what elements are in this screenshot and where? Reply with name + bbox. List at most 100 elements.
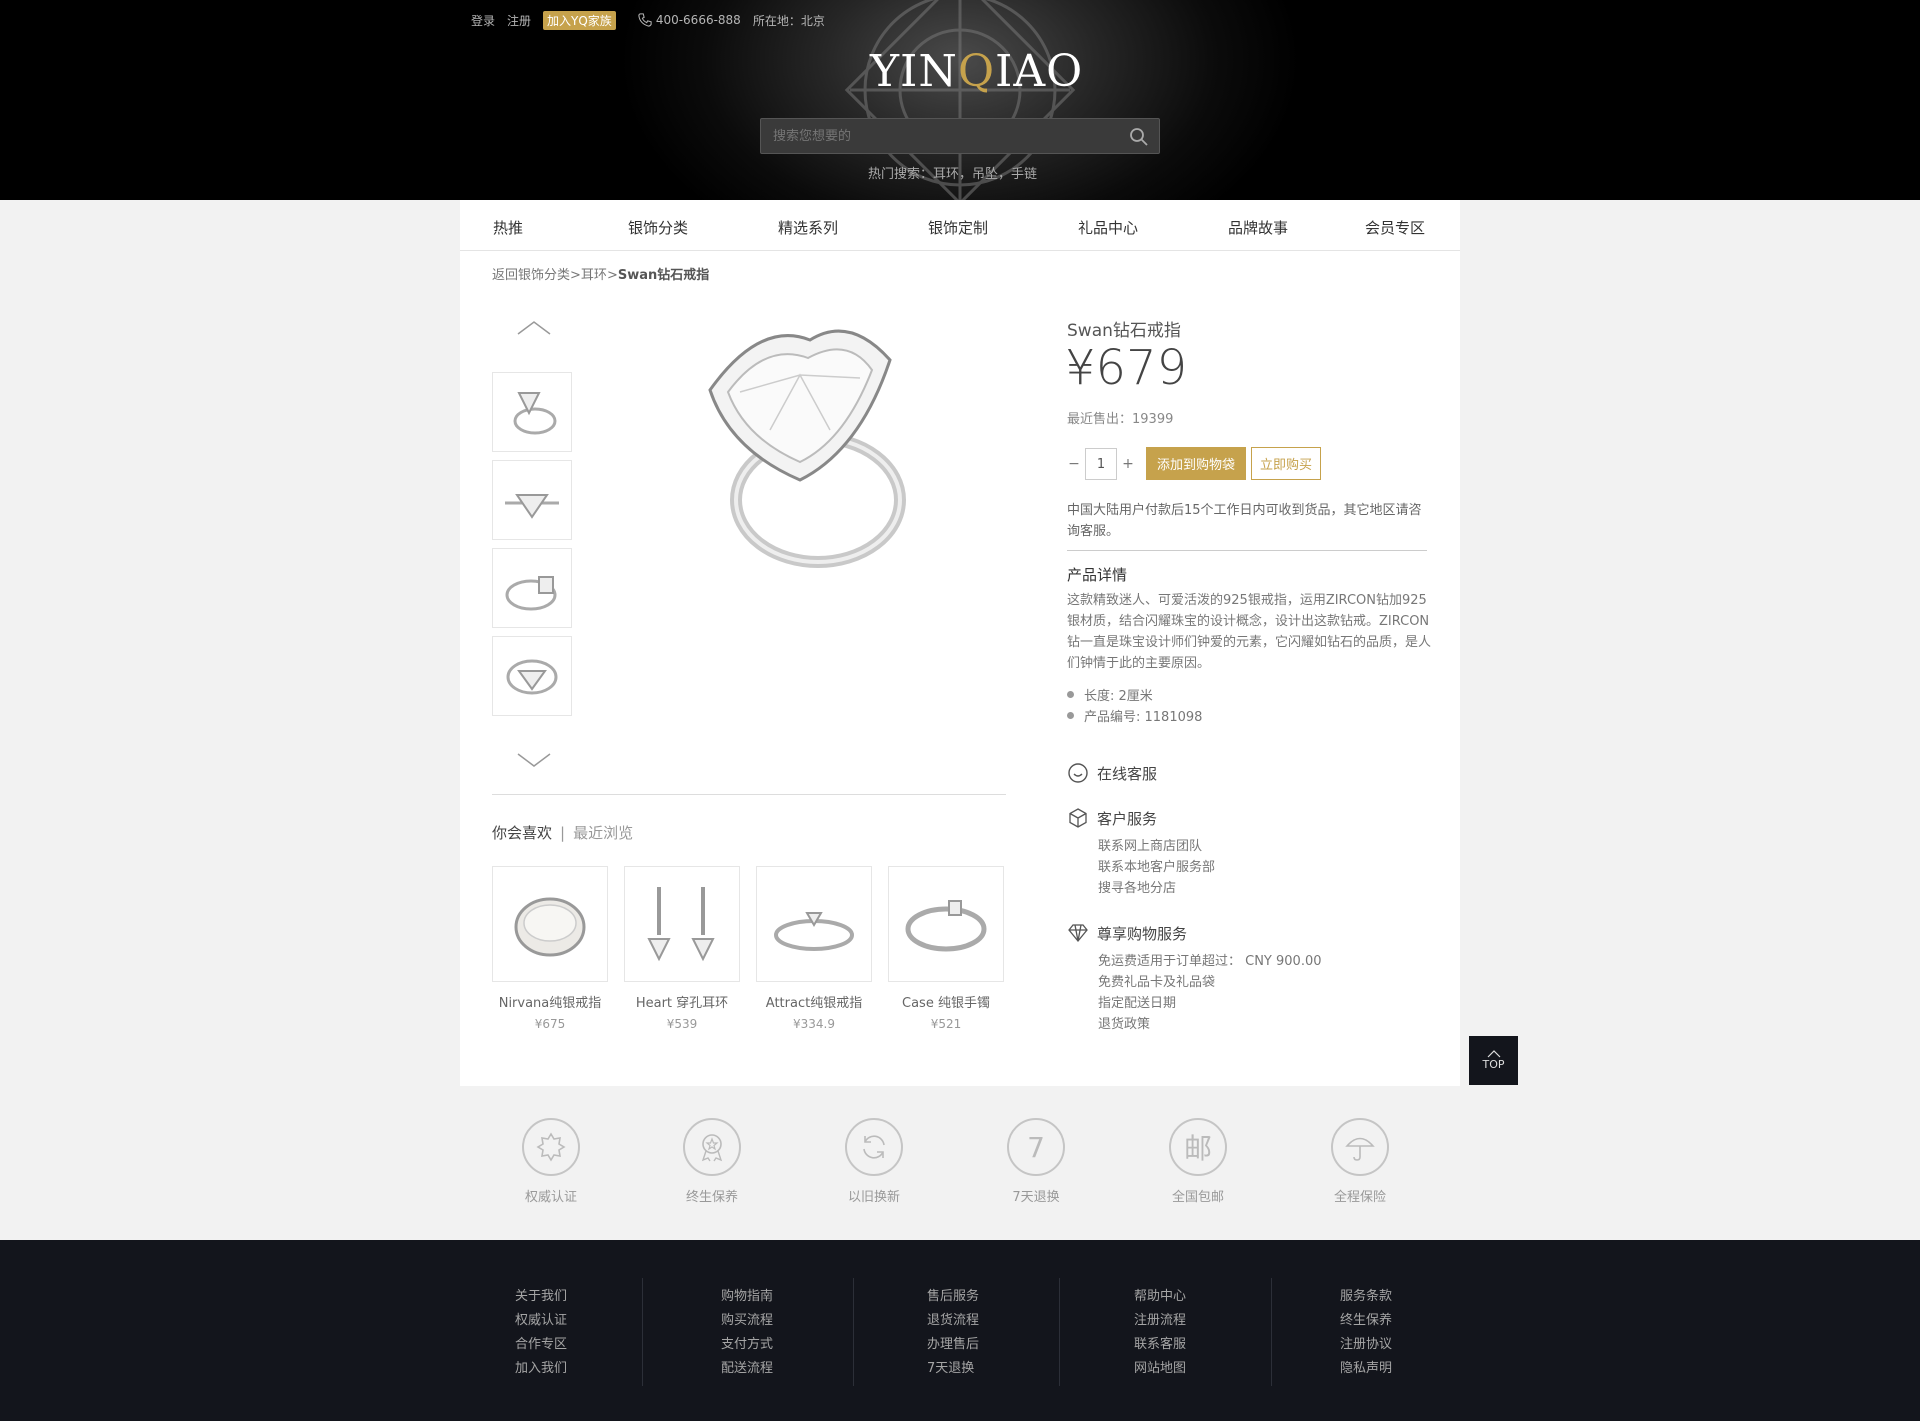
join-button[interactable]: 加入YQ家族: [543, 10, 616, 30]
nav-categories[interactable]: 银饰分类: [628, 217, 688, 238]
footer-link[interactable]: 网站地图: [1134, 1357, 1186, 1381]
footer-link[interactable]: 注册流程: [1134, 1309, 1186, 1333]
vip-service-link[interactable]: 指定配送日期: [1098, 993, 1322, 1014]
nav-custom[interactable]: 银饰定制: [928, 217, 988, 238]
register-link[interactable]: 注册: [507, 12, 531, 29]
nav-series[interactable]: 精选系列: [778, 217, 838, 238]
ring-thumbnail-image: [513, 392, 557, 435]
recommend-name: Nirvana纯银戒指: [498, 996, 602, 1011]
recommend-tabs: 你会喜欢 | 最近浏览: [492, 824, 634, 842]
brand-logo[interactable]: YINQIAO: [870, 46, 1082, 108]
ring-thumbnail-image: [505, 576, 557, 611]
add-to-cart-button[interactable]: 添加到购物袋: [1146, 447, 1246, 480]
badge-free-shipping[interactable]: 邮 全国包邮: [1163, 1118, 1233, 1205]
footer-link[interactable]: 购买流程: [721, 1309, 773, 1333]
spec-list: 长度: 2厘米 产品编号: 1181098: [1067, 684, 1202, 726]
login-link[interactable]: 登录: [471, 12, 495, 29]
footer-link[interactable]: 权威认证: [515, 1309, 567, 1333]
footer-link[interactable]: 关于我们: [515, 1285, 567, 1309]
breadcrumb-category[interactable]: 耳环: [581, 268, 607, 283]
footer-link[interactable]: 退货流程: [927, 1309, 979, 1333]
footer-link[interactable]: 购物指南: [721, 1285, 773, 1309]
customer-service-heading: 客户服务: [1067, 807, 1157, 829]
buy-now-button[interactable]: 立即购买: [1251, 447, 1321, 480]
product-price: ¥679: [1065, 340, 1188, 396]
product-name: Swan钻石戒指: [1067, 321, 1181, 341]
vip-service-link[interactable]: 免运费适用于订单超过： CNY 900.00: [1098, 951, 1322, 972]
badge-trade-in[interactable]: 以旧换新: [839, 1118, 909, 1205]
footer-link[interactable]: 服务条款: [1340, 1285, 1392, 1309]
badge-certified[interactable]: 权威认证: [516, 1118, 586, 1205]
recommend-name: Case 纯银手镯: [902, 996, 990, 1011]
nav-brand-story[interactable]: 品牌故事: [1228, 217, 1288, 238]
recommend-image: [888, 866, 1004, 982]
seven-icon: 7: [1007, 1118, 1065, 1176]
footer-link[interactable]: 支付方式: [721, 1333, 773, 1357]
vip-service-link[interactable]: 免费礼品卡及礼品袋: [1098, 972, 1322, 993]
cube-icon: [1069, 808, 1087, 828]
location[interactable]: 所在地：北京: [753, 12, 825, 29]
thumbnail-1[interactable]: [492, 372, 572, 452]
search-input[interactable]: [761, 119, 1121, 153]
thumbnail-3[interactable]: [492, 548, 572, 628]
hot-search[interactable]: 热门搜索：耳环，吊坠，手链: [868, 163, 1037, 182]
recommend-image: [492, 866, 608, 982]
search-box: [760, 118, 1160, 154]
badge-lifetime-care[interactable]: 终生保养: [677, 1118, 747, 1205]
footer-link[interactable]: 联系客服: [1134, 1333, 1186, 1357]
footer-divider: [1059, 1278, 1060, 1386]
breadcrumb-current: Swan钻石戒指: [617, 268, 710, 283]
badge-7day-return[interactable]: 7 7天退换: [1001, 1118, 1071, 1205]
footer-column: 服务条款 终生保养 注册协议 隐私声明: [1340, 1285, 1392, 1381]
mail-icon: 邮: [1169, 1118, 1227, 1176]
footer-link[interactable]: 合作专区: [515, 1333, 567, 1357]
shipping-note: 中国大陆用户付款后15个工作日内可收到货品，其它地区请咨询客服。: [1067, 503, 1422, 539]
customer-service-link[interactable]: 联系网上商店团队: [1098, 836, 1215, 857]
product-panel: 热推 银饰分类 精选系列 银饰定制 礼品中心 品牌故事 会员专区 返回银饰分类>…: [460, 200, 1460, 1086]
recommend-item[interactable]: Case 纯银手镯 ¥521: [888, 866, 1004, 1031]
chevron-down-icon[interactable]: [516, 750, 552, 770]
recommend-name: Attract纯银戒指: [765, 996, 863, 1011]
quantity-decrease-button[interactable]: −: [1067, 456, 1081, 472]
tab-recently-viewed[interactable]: 最近浏览: [573, 824, 633, 842]
footer-link[interactable]: 加入我们: [515, 1357, 567, 1381]
recommend-price: ¥675: [534, 1017, 566, 1031]
footer-link[interactable]: 7天退换: [927, 1357, 979, 1381]
recommend-price: ¥521: [930, 1017, 962, 1031]
nav-members[interactable]: 会员专区: [1365, 217, 1425, 238]
vip-service-link[interactable]: 退货政策: [1098, 1014, 1322, 1035]
sold-count: 最近售出：19399: [1067, 412, 1174, 427]
recommend-image: [756, 866, 872, 982]
recommend-item[interactable]: Nirvana纯银戒指 ¥675: [492, 866, 608, 1031]
nav-gifts[interactable]: 礼品中心: [1078, 217, 1138, 238]
footer-link[interactable]: 终生保养: [1340, 1309, 1392, 1333]
footer-divider: [1271, 1278, 1272, 1386]
recommend-item[interactable]: Attract纯银戒指 ¥334.9: [756, 866, 872, 1031]
quantity-increase-button[interactable]: +: [1121, 456, 1135, 472]
footer-link[interactable]: 配送流程: [721, 1357, 773, 1381]
tab-you-may-like[interactable]: 你会喜欢: [492, 824, 552, 842]
chat-icon: [1068, 763, 1088, 783]
quantity-input[interactable]: [1085, 448, 1117, 480]
breadcrumb-back[interactable]: 返回银饰分类: [492, 268, 570, 283]
footer-link[interactable]: 注册协议: [1340, 1333, 1392, 1357]
badge-insurance[interactable]: 全程保险: [1325, 1118, 1395, 1205]
nav-hot[interactable]: 热推: [493, 217, 523, 238]
recommend-item[interactable]: Heart 穿孔耳环 ¥539: [624, 866, 740, 1031]
back-to-top-button[interactable]: TOP: [1469, 1036, 1518, 1085]
customer-service-link[interactable]: 搜寻各地分店: [1098, 878, 1215, 899]
footer-column: 关于我们 权威认证 合作专区 加入我们: [515, 1285, 567, 1381]
search-icon[interactable]: [1129, 127, 1149, 147]
footer-link[interactable]: 售后服务: [927, 1285, 979, 1309]
footer-link[interactable]: 帮助中心: [1134, 1285, 1186, 1309]
award-icon: [683, 1118, 741, 1176]
customer-service-link[interactable]: 联系本地客户服务部: [1098, 857, 1215, 878]
footer-link[interactable]: 隐私声明: [1340, 1357, 1392, 1381]
thumbnail-4[interactable]: [492, 636, 572, 716]
footer-column: 帮助中心 注册流程 联系客服 网站地图: [1134, 1285, 1186, 1381]
chevron-up-icon[interactable]: [516, 318, 552, 338]
vip-service-links: 免运费适用于订单超过： CNY 900.00 免费礼品卡及礼品袋 指定配送日期 …: [1098, 951, 1322, 1035]
online-service-link[interactable]: 在线客服: [1067, 762, 1157, 784]
footer-link[interactable]: 办理售后: [927, 1333, 979, 1357]
thumbnail-2[interactable]: [492, 460, 572, 540]
